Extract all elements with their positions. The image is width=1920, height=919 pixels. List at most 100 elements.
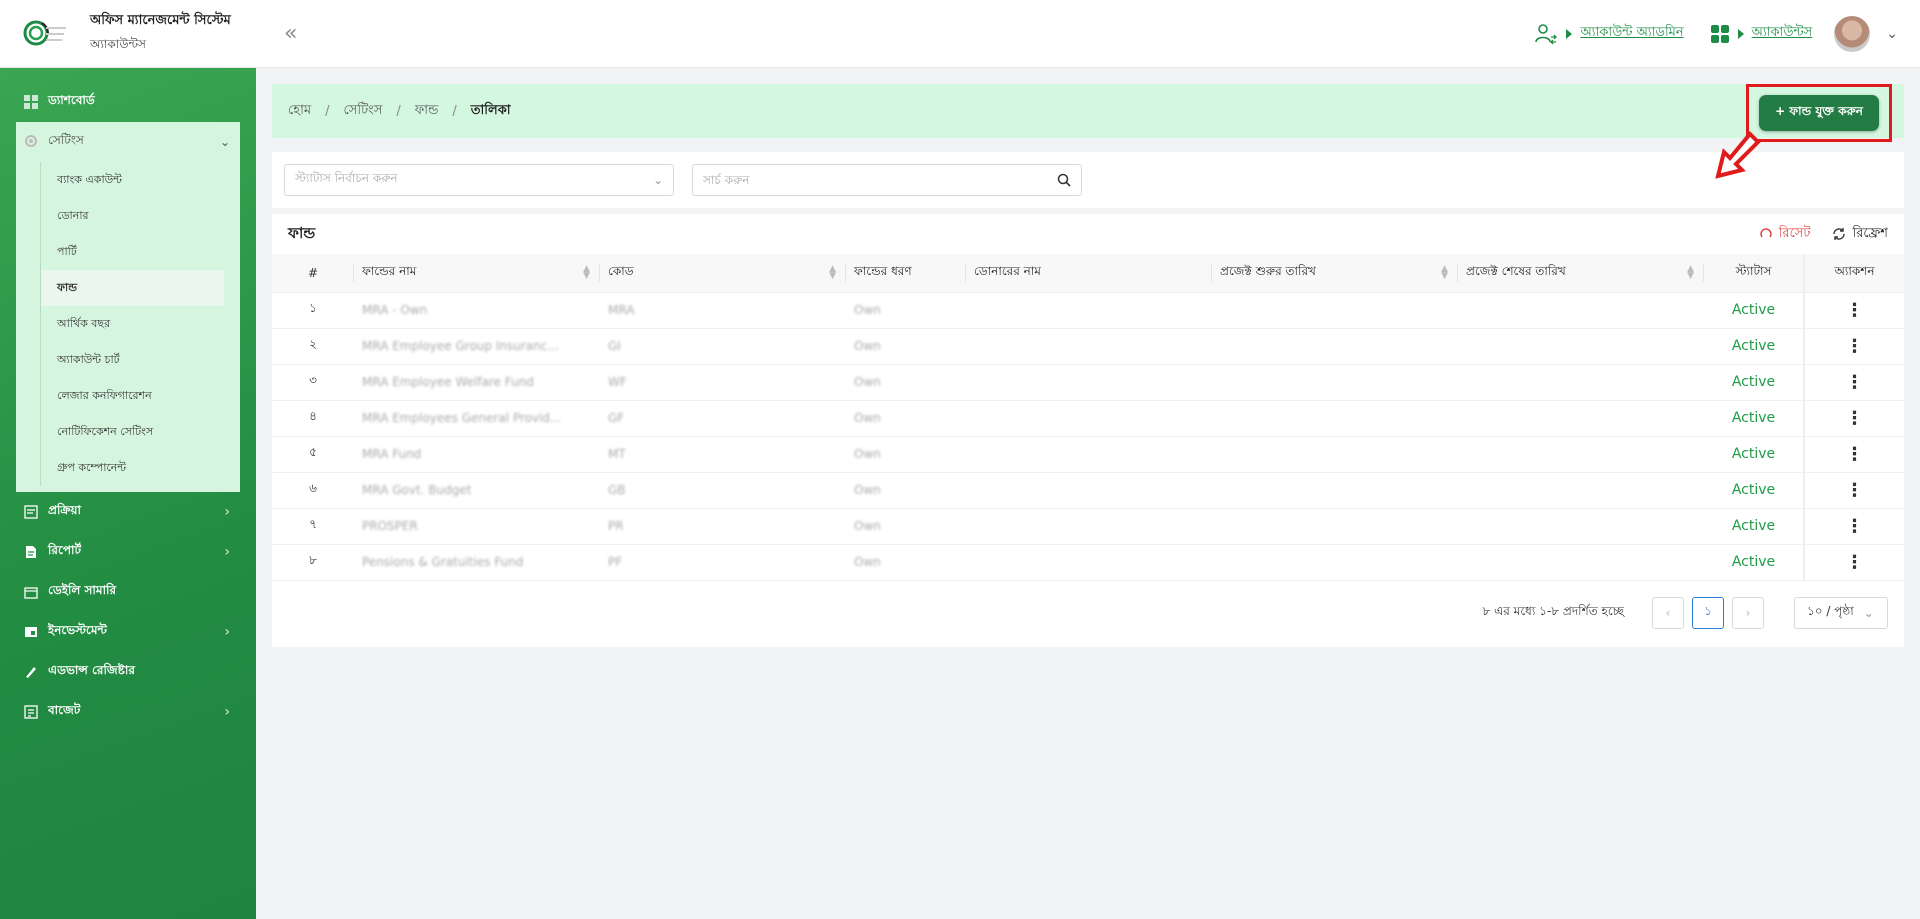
- col-project-end[interactable]: প্রজেক্ট শেষের তারিখ ▲ ▼: [1458, 254, 1704, 293]
- sidebar-item-fiscal-year[interactable]: আর্থিক বছর: [41, 306, 240, 342]
- sidebar-item-ledger-config[interactable]: লেজার কনফিগারেশন: [41, 378, 240, 414]
- col-donor-name: ডোনারের নাম: [966, 254, 1212, 293]
- table-row[interactable]: ৩ MRA Employee Welfare Fund WF Own Activ…: [272, 364, 1904, 401]
- page-button-current[interactable]: ১: [1692, 596, 1724, 629]
- accounts-link[interactable]: অ্যাকাউন্টস: [1752, 23, 1813, 44]
- status-badge: Active: [1704, 400, 1804, 437]
- chevron-down-icon[interactable]: ⌄: [1886, 26, 1898, 42]
- table-row[interactable]: ৭ PROSPER PR Own Active ⋮: [272, 508, 1904, 545]
- next-page-button[interactable]: ›: [1732, 596, 1764, 629]
- filter-bar: স্ট্যাটাস নির্বাচন করুন ⌄: [272, 152, 1904, 208]
- sidebar-item-investment[interactable]: ইনভেস্টমেন্ট ›: [0, 612, 256, 652]
- sidebar-item-report[interactable]: রিপোর্ট ›: [0, 532, 256, 572]
- settings-submenu: ব্যাংক একাউন্ট ডোনার পার্টি ফান্ড আর্থিক…: [40, 162, 240, 486]
- add-fund-button[interactable]: + ফান্ড যুক্ত করুন: [1759, 95, 1879, 131]
- reset-icon: [1759, 228, 1772, 238]
- row-menu-icon[interactable]: ⋮: [1803, 292, 1904, 329]
- table-row[interactable]: ৮ Pensions & Gratuities Fund PF Own Acti…: [272, 544, 1904, 581]
- status-select[interactable]: স্ট্যাটাস নির্বাচন করুন ⌄: [284, 164, 674, 196]
- row-menu-icon[interactable]: ⋮: [1803, 436, 1904, 473]
- caret-right-icon: [1566, 28, 1573, 39]
- user-switch-icon: [1535, 23, 1558, 44]
- table-row[interactable]: ১ MRA - Own MRA Own Active ⋮: [272, 292, 1904, 329]
- sidebar-item-dashboard[interactable]: ড্যাশবোর্ড: [0, 82, 256, 122]
- breadcrumb-fund[interactable]: ফান্ড: [415, 101, 439, 122]
- status-badge: Active: [1704, 364, 1804, 401]
- sidebar-item-group-component[interactable]: গ্রুপ কম্পোনেন্ট: [41, 450, 240, 486]
- logo: [22, 11, 68, 57]
- sort-icon: ▲ ▼: [583, 264, 590, 281]
- sort-icon: ▲ ▼: [829, 264, 836, 281]
- row-menu-icon[interactable]: ⋮: [1803, 400, 1904, 437]
- caret-right-icon: [1737, 28, 1744, 39]
- sidebar-item-bank-account[interactable]: ব্যাংক একাউন্ট: [41, 162, 240, 198]
- app-title: অফিস ম্যানেজমেন্ট সিস্টেম: [90, 13, 231, 28]
- sidebar-item-budget[interactable]: বাজেট ›: [0, 692, 256, 732]
- refresh-icon: [1833, 228, 1846, 240]
- col-fund-name[interactable]: ফান্ডের নাম ▲ ▼: [354, 254, 600, 293]
- table-row[interactable]: ৫ MRA Fund MT Own Active ⋮: [272, 436, 1904, 473]
- sidebar-item-donor[interactable]: ডোনার: [41, 198, 240, 234]
- sidebar-item-notification-settings[interactable]: নোটিফিকেশন সেটিংস: [41, 414, 240, 450]
- app-subtitle: অ্যাকাউন্টস: [90, 37, 146, 51]
- row-menu-icon[interactable]: ⋮: [1803, 544, 1904, 581]
- row-menu-icon[interactable]: ⋮: [1803, 508, 1904, 545]
- sort-icon: ▲ ▼: [1687, 264, 1694, 281]
- search-icon[interactable]: [1057, 173, 1071, 187]
- pagination: ৮ এর মধ্যে ১-৮ প্রদর্শিত হচ্ছে ‹ ১ › ১০ …: [272, 596, 1904, 629]
- status-badge: Active: [1704, 544, 1804, 581]
- sidebar-item-advance-register[interactable]: এডভান্স রেজিষ্টার: [0, 652, 256, 692]
- col-project-start[interactable]: প্রজেক্ট শুরুর তারিখ ▲ ▼: [1212, 254, 1458, 293]
- status-badge: Active: [1704, 472, 1804, 509]
- sidebar-item-account-chart[interactable]: অ্যাকাউন্ট চার্ট: [41, 342, 240, 378]
- table-title: ফান্ড: [288, 223, 316, 242]
- refresh-button[interactable]: রিফ্রেশ: [1832, 224, 1888, 245]
- gear-icon: [24, 134, 38, 151]
- top-header: অফিস ম্যানেজমেন্ট সিস্টেম অ্যাকাউন্টস « …: [0, 0, 1920, 68]
- breadcrumb: হোম / সেটিংস / ফান্ড / তালিকা + ফান্ড যু…: [272, 84, 1904, 142]
- chevron-down-icon: ⌄: [1863, 605, 1874, 620]
- search-input[interactable]: [703, 173, 1043, 187]
- per-page-select[interactable]: ১০ / পৃষ্ঠা ⌄: [1794, 596, 1888, 629]
- sidebar-item-process[interactable]: প্রক্রিয়া ›: [0, 492, 256, 532]
- sort-icon: ▲ ▼: [1441, 264, 1448, 281]
- table-header-row: # ফান্ডের নাম ▲ ▼ কোড ▲ ▼ ফান্ডের ধরণ ডোনারে…: [272, 254, 1904, 293]
- chevron-right-icon: ›: [224, 544, 230, 560]
- col-status: স্ট্যাটাস: [1704, 254, 1804, 293]
- investment-icon: [24, 625, 38, 639]
- daily-summary-icon: [24, 585, 38, 599]
- sidebar-item-daily-summary[interactable]: ডেইলি সামারি: [0, 572, 256, 612]
- status-badge: Active: [1704, 508, 1804, 545]
- arrow-pointer-icon: [1715, 131, 1761, 179]
- breadcrumb-list: তালিকা: [470, 102, 511, 118]
- table-row[interactable]: ৪ MRA Employees General Provid... GF Own…: [272, 400, 1904, 437]
- budget-icon: [24, 705, 38, 719]
- account-admin-link[interactable]: অ্যাকাউন্ট অ্যাডমিন: [1580, 23, 1683, 44]
- apps-grid-icon[interactable]: [1710, 24, 1730, 44]
- advance-register-icon: [24, 665, 38, 679]
- dashboard-icon: [24, 95, 38, 109]
- avatar[interactable]: [1834, 15, 1871, 52]
- main-content: হোম / সেটিংস / ফান্ড / তালিকা + ফান্ড যু…: [272, 84, 1904, 647]
- col-code[interactable]: কোড ▲ ▼: [600, 254, 846, 293]
- breadcrumb-settings[interactable]: সেটিংস: [343, 101, 382, 122]
- reset-button[interactable]: রিসেট: [1759, 224, 1810, 245]
- table-row[interactable]: ৬ MRA Govt. Budget GB Own Active ⋮: [272, 472, 1904, 509]
- col-fund-type: ফান্ডের ধরণ: [846, 254, 966, 293]
- fund-table: # ফান্ডের নাম ▲ ▼ কোড ▲ ▼ ফান্ডের ধরণ ডোনারে…: [272, 254, 1904, 581]
- pagination-summary: ৮ এর মধ্যে ১-৮ প্রদর্শিত হচ্ছে: [1482, 603, 1624, 618]
- sidebar-item-settings[interactable]: সেটিংস ⌄: [16, 122, 240, 162]
- report-icon: [24, 545, 38, 559]
- search-box: [692, 164, 1082, 196]
- prev-page-button[interactable]: ‹: [1652, 596, 1684, 629]
- chevron-down-icon: ⌄: [652, 173, 663, 187]
- double-chevron-left-icon[interactable]: «: [284, 21, 297, 46]
- sidebar-item-party[interactable]: পার্টি: [41, 234, 240, 270]
- row-menu-icon[interactable]: ⋮: [1803, 472, 1904, 509]
- sidebar-item-fund[interactable]: ফান্ড: [41, 270, 224, 306]
- row-menu-icon[interactable]: ⋮: [1803, 364, 1904, 401]
- chevron-right-icon: ›: [224, 704, 230, 720]
- row-menu-icon[interactable]: ⋮: [1803, 328, 1904, 365]
- table-row[interactable]: ২ MRA Employee Group Insuranc... GI Own …: [272, 328, 1904, 365]
- breadcrumb-home[interactable]: হোম: [288, 101, 311, 122]
